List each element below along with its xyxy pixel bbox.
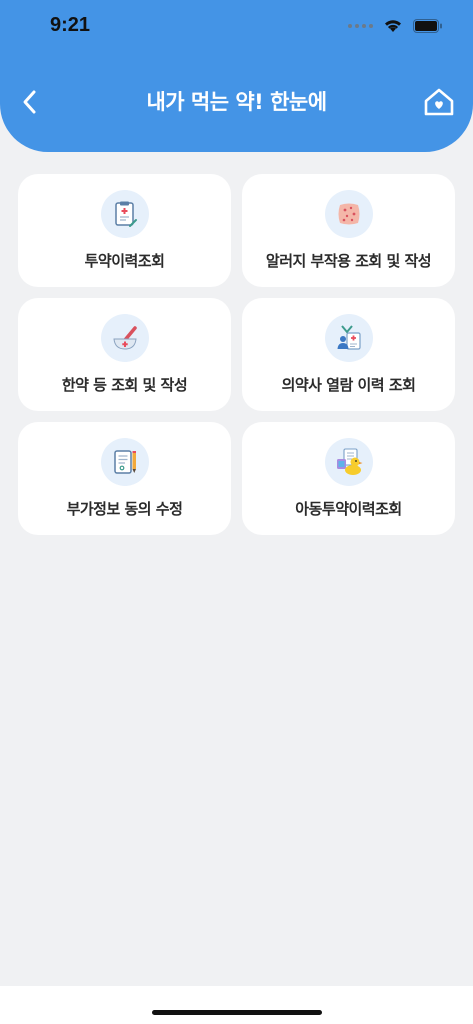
menu-card-herbal-medicine[interactable]: 한약 등 조회 및 작성 [18,298,231,411]
bottom-safe-area [0,986,473,1024]
home-button[interactable] [419,82,459,122]
status-icons [348,18,443,33]
page-title: 내가 먹는 약! 한눈에 [146,90,327,114]
menu-card-medication-history[interactable]: 투약이력조회 [18,174,231,287]
chevron-left-icon [23,90,36,114]
child-duck-icon [324,438,373,486]
status-time: 9:21 [50,14,91,36]
card-label: 아동투약이력조회 [295,500,402,518]
card-label: 부가정보 동의 수정 [66,500,183,518]
document-pencil-icon [100,438,149,486]
home-indicator[interactable] [152,1010,322,1015]
status-bar: 9:21 [0,0,473,54]
back-button[interactable] [10,82,50,122]
wifi-icon [385,20,401,32]
battery-icon [413,18,442,33]
menu-grid: 투약이력조회 알러지 부작용 조회 및 작성 한약 등 조회 및 작성 의약사 … [18,174,455,535]
doctor-record-icon [324,314,373,362]
prescription-clipboard-icon [100,190,149,238]
home-heart-icon [424,88,454,116]
card-label: 알러지 부작용 조회 및 작성 [265,252,432,270]
card-label: 한약 등 조회 및 작성 [61,376,188,394]
card-label: 투약이력조회 [84,252,165,270]
menu-card-child-medication-history[interactable]: 아동투약이력조회 [242,422,455,535]
cellular-signal-icon [348,23,373,28]
menu-card-access-history[interactable]: 의약사 열람 이력 조회 [242,298,455,411]
card-label: 의약사 열람 이력 조회 [281,376,416,394]
menu-card-additional-consent[interactable]: 부가정보 동의 수정 [18,422,231,535]
app-header: 9:21 내가 먹는 약! 한눈에 [0,0,473,152]
nav-bar: 내가 먹는 약! 한눈에 [0,78,473,126]
mortar-pestle-icon [100,314,149,362]
skin-rash-icon [324,190,373,238]
menu-card-allergy-side-effects[interactable]: 알러지 부작용 조회 및 작성 [242,174,455,287]
